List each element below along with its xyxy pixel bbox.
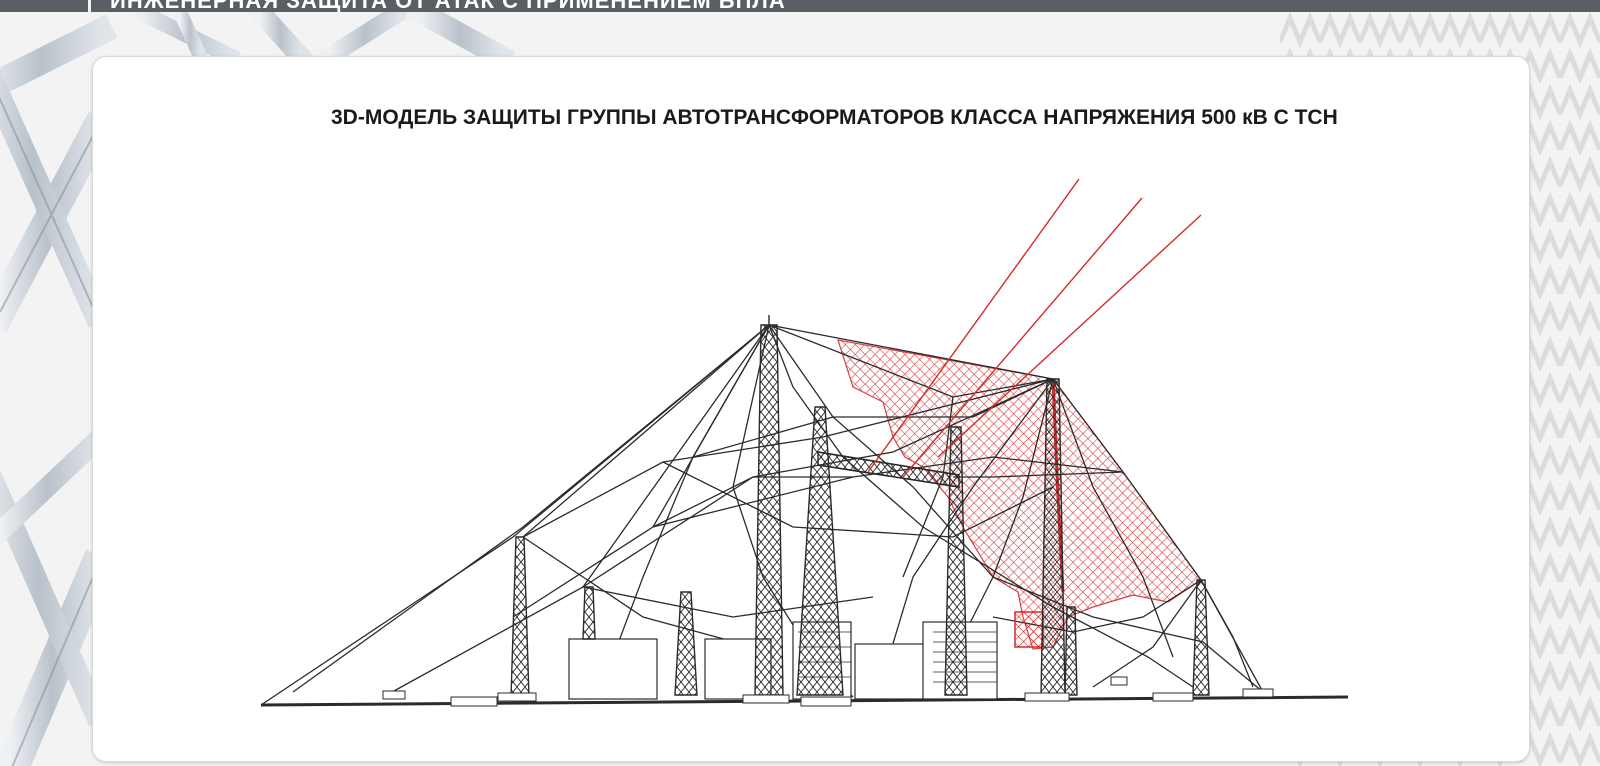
lattice-tower-small-left [582,586,596,640]
content-card: 3D-МОДЕЛЬ ЗАЩИТЫ ГРУППЫ АВТОТРАНСФОРМАТО… [92,56,1530,762]
lattice-tower-left [510,536,530,698]
header-bar: ИНЖЕНЕРНАЯ ЗАЩИТА ОТ АТАК С ПРИМЕНЕНИЕМ … [0,0,1600,12]
lattice-tower-far-right [1192,579,1210,696]
lattice-tower-small-right [1064,606,1078,696]
header-separator [88,0,91,12]
damaged-net-area [837,339,1202,650]
substation-3d-model [260,178,1349,707]
page-title: ИНЖЕНЕРНАЯ ЗАЩИТА ОТ АТАК С ПРИМЕНЕНИЕМ … [110,0,786,12]
lattice-tower-front [796,406,844,696]
lattice-tower-small-center [674,591,698,696]
transformer-block-1 [568,638,658,700]
red-transformer-block [1014,611,1044,648]
